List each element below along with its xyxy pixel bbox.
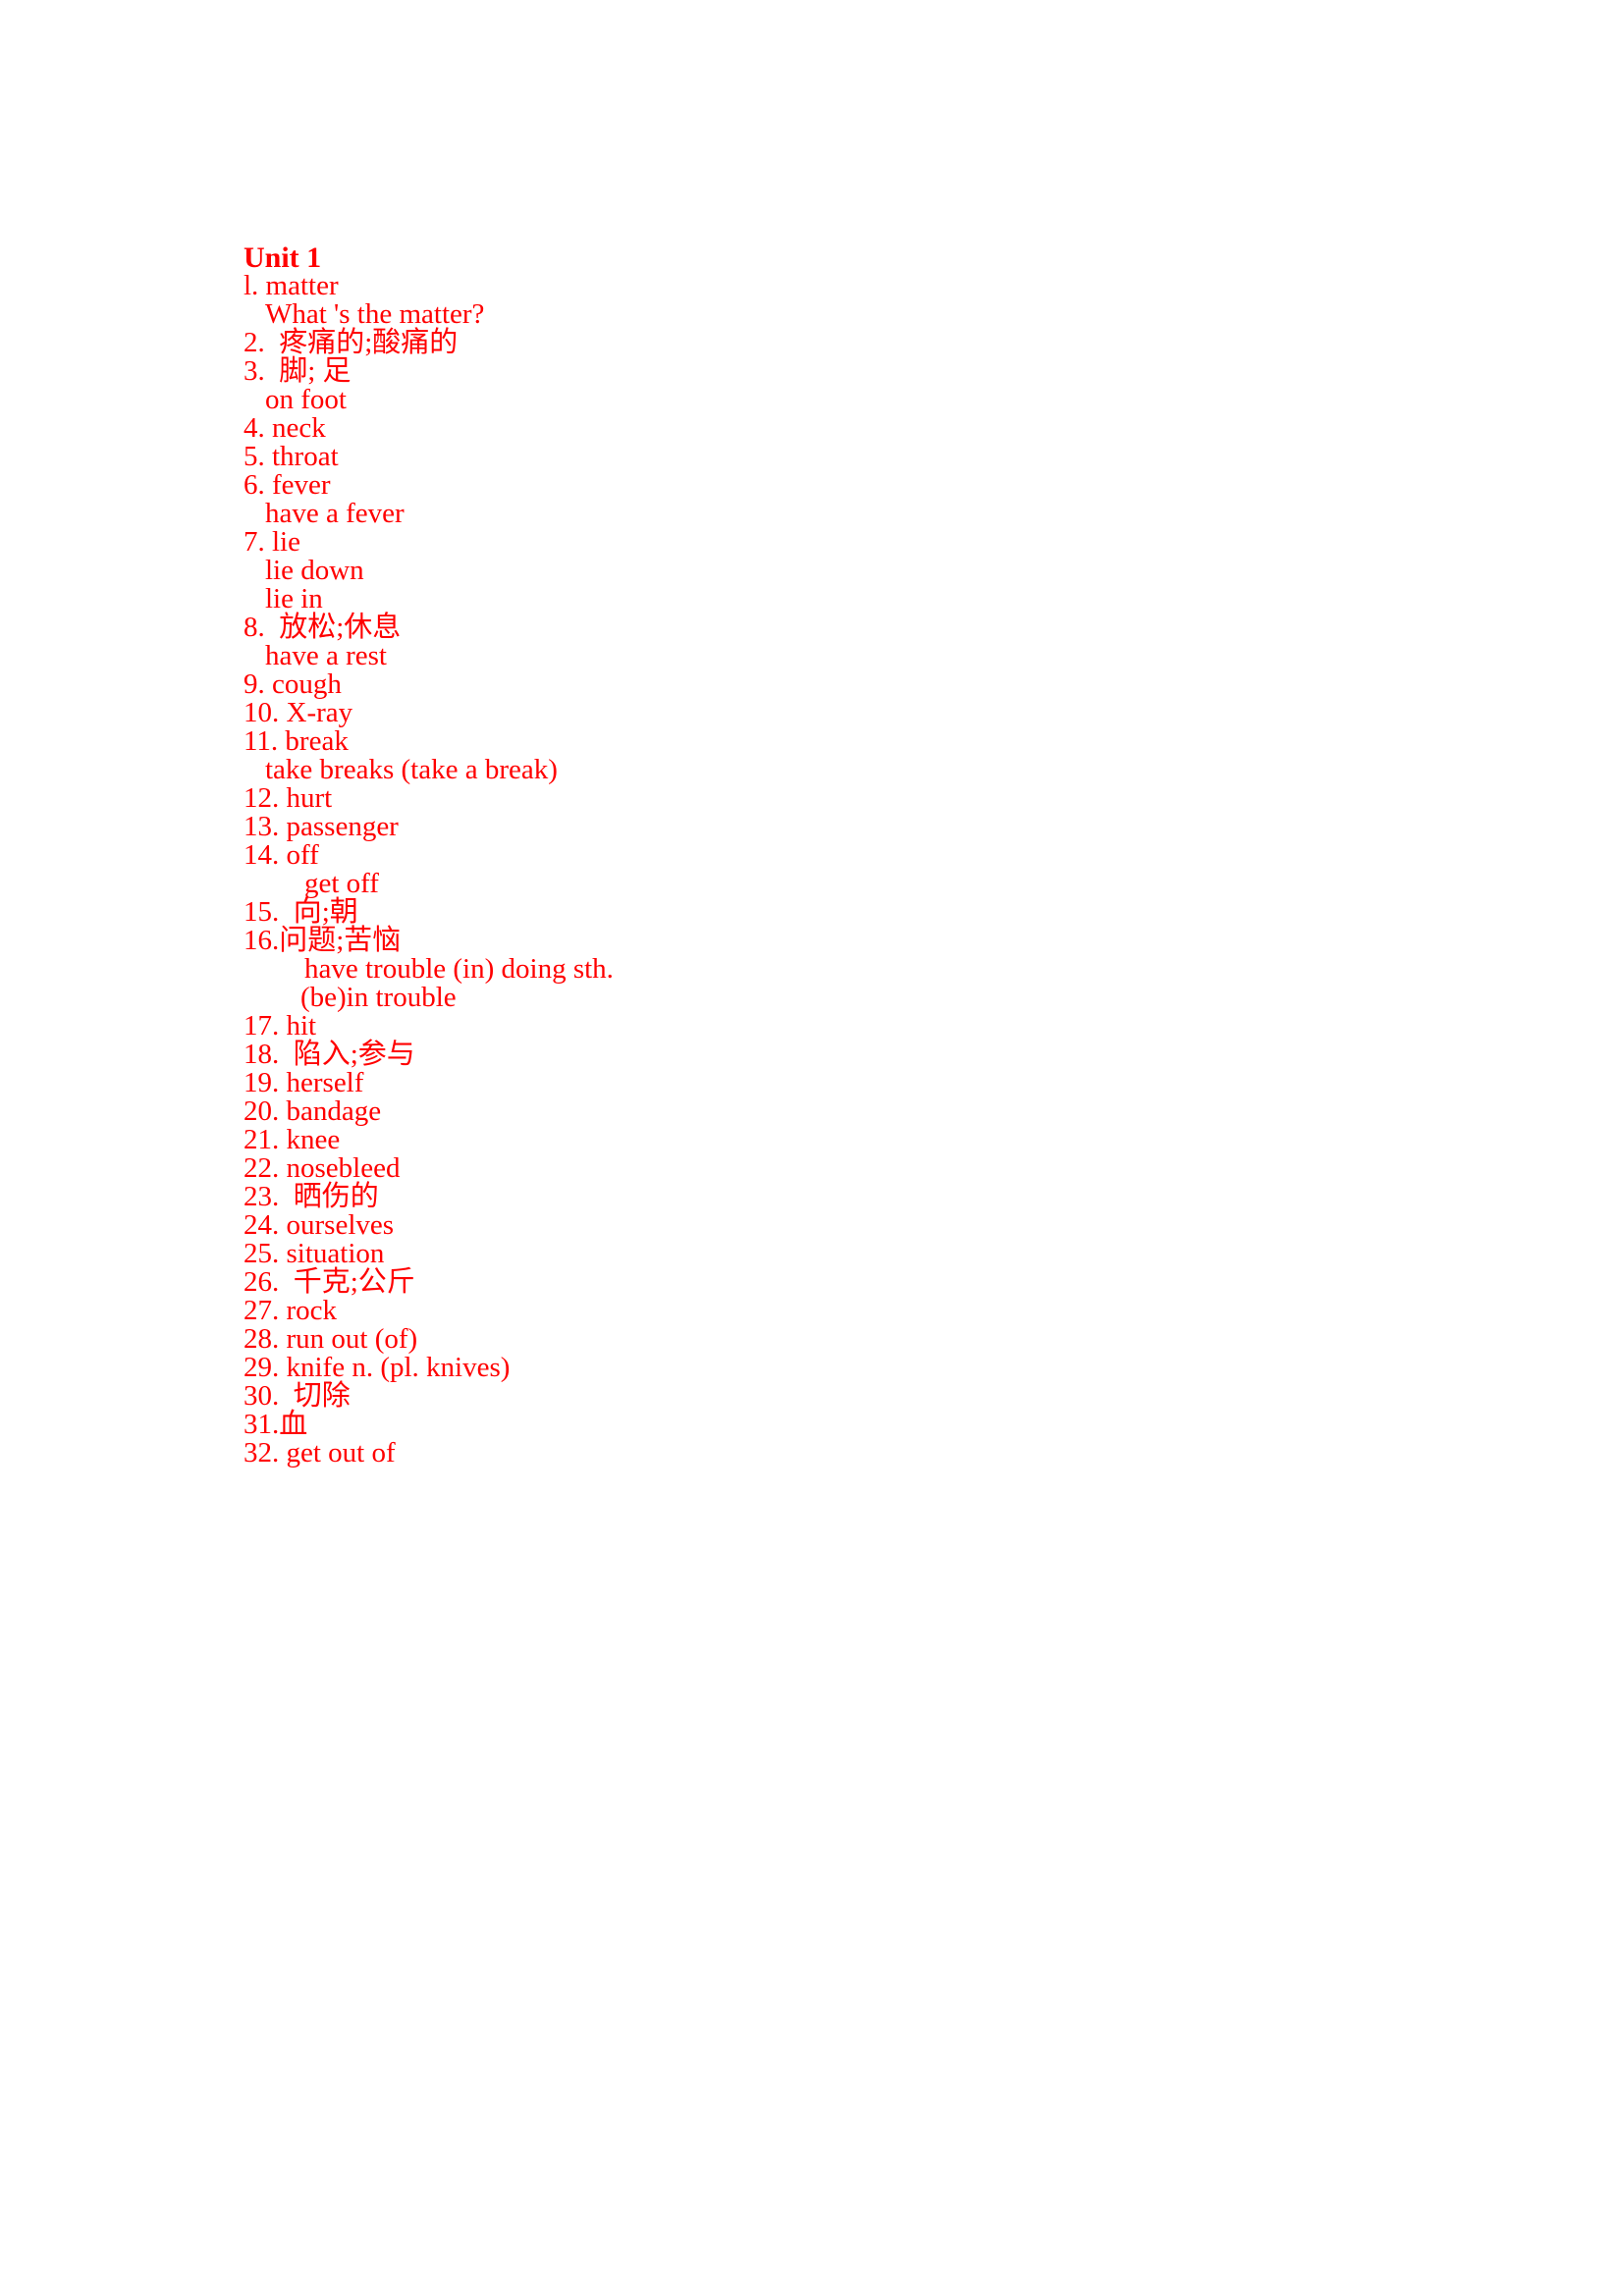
vocabulary-entry-line: 15. 向;朝: [244, 896, 358, 928]
document-page: Unit 1 l. matter What 's the matter? 2. 疼痛…: [0, 0, 1624, 2296]
vocabulary-entry-line: 7. lie: [244, 526, 300, 558]
vocabulary-entry-line: 6. fever: [244, 469, 331, 501]
vocabulary-entry-line: 3. 脚; 足: [244, 355, 352, 387]
vocabulary-entry-line: 12. hurt: [244, 782, 333, 814]
vocabulary-entry-line: What 's the matter?: [265, 298, 485, 330]
vocabulary-entry-line: have a rest: [265, 640, 387, 671]
vocabulary-entry-line: 10. X-ray: [244, 697, 353, 728]
vocabulary-entry-line: 25. situation: [244, 1238, 385, 1269]
vocabulary-entry-line: 21. knee: [244, 1124, 341, 1155]
vocabulary-entry-line: on foot: [265, 384, 347, 415]
vocabulary-list-body: Unit 1 l. matter What 's the matter? 2. 疼痛…: [244, 243, 1402, 1468]
vocabulary-entry-line: 31.血: [244, 1409, 308, 1440]
vocabulary-entry-line: 30. 切除: [244, 1380, 351, 1412]
vocabulary-entry-line: get off: [304, 868, 379, 899]
vocabulary-entry-line: 13. passenger: [244, 811, 399, 842]
page-title: Unit 1: [244, 241, 322, 274]
vocabulary-entry-line: 16.问题;苦恼: [244, 925, 402, 956]
vocabulary-entry-line: 29. knife n. (pl. knives): [244, 1352, 511, 1383]
vocabulary-entry-line: 11. break: [244, 725, 349, 757]
vocabulary-entry-line: 17. hit: [244, 1010, 317, 1041]
vocabulary-entry-list: l. matter What 's the matter? 2. 疼痛的;酸痛的 3.…: [244, 272, 1402, 1468]
vocabulary-entry-line: 24. ourselves: [244, 1209, 395, 1241]
vocabulary-entry-line: 27. rock: [244, 1295, 338, 1326]
vocabulary-entry-line: 26. 千克;公斤: [244, 1266, 415, 1298]
vocabulary-entry-line: 4. neck: [244, 412, 326, 444]
vocabulary-entry-line: (be)in trouble: [300, 982, 457, 1013]
vocabulary-entry-line: 23. 晒伤的: [244, 1181, 379, 1212]
vocabulary-entry-line: 5. throat: [244, 441, 339, 472]
vocabulary-entry-line: 19. herself: [244, 1067, 364, 1098]
vocabulary-entry-line: 9. cough: [244, 668, 342, 700]
vocabulary-entry-line: 22. nosebleed: [244, 1152, 401, 1184]
vocabulary-entry-line: have trouble (in) doing sth.: [304, 953, 614, 985]
vocabulary-entry-line: l. matter: [244, 270, 339, 301]
vocabulary-entry-line: 20. bandage: [244, 1095, 382, 1127]
vocabulary-entry-line: have a fever: [265, 498, 405, 529]
vocabulary-entry-line: take breaks (take a break): [265, 754, 558, 785]
vocabulary-entry-line: lie down: [265, 555, 364, 586]
vocabulary-entry-line: lie in: [265, 583, 323, 614]
vocabulary-entry-line: 2. 疼痛的;酸痛的: [244, 327, 459, 358]
vocabulary-entry-line: 14. off: [244, 839, 319, 871]
vocabulary-entry-line: 8. 放松;休息: [244, 612, 402, 643]
vocabulary-entry-line: 18. 陷入;参与: [244, 1039, 415, 1070]
vocabulary-entry-line: 32. get out of: [244, 1437, 396, 1468]
vocabulary-entry-line: 28. run out (of): [244, 1323, 418, 1355]
